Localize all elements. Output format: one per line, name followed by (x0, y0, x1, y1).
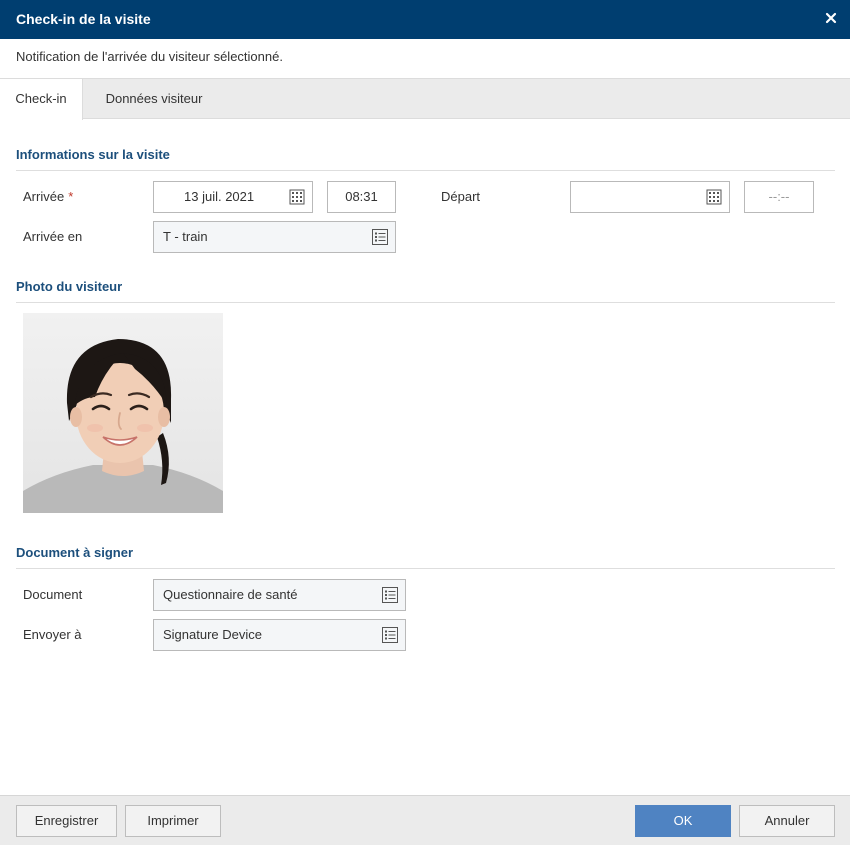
list-icon[interactable] (372, 229, 388, 245)
document-select[interactable]: Questionnaire de santé (153, 579, 406, 611)
arrival-at-value: T - train (163, 229, 208, 244)
document-label: Document (23, 587, 83, 602)
dialog-title-bar: Check-in de la visite (0, 0, 850, 39)
departure-time-field[interactable]: --:-- (744, 181, 814, 213)
departure-label: Départ (441, 189, 481, 204)
tab-bar: Check-in Données visiteur (0, 78, 850, 120)
section-title-document: Document à signer (16, 545, 134, 560)
save-button[interactable]: Enregistrer (16, 805, 117, 837)
section-divider (16, 302, 835, 303)
document-value: Questionnaire de santé (163, 587, 298, 602)
departure-time-placeholder: --:-- (768, 189, 790, 204)
arrival-at-select[interactable]: T - train (153, 221, 396, 253)
arrival-date-value: 13 juil. 2021 (184, 189, 255, 204)
section-divider (16, 568, 835, 569)
ok-button[interactable]: OK (635, 805, 731, 837)
send-to-label: Envoyer à (23, 627, 82, 642)
send-to-select[interactable]: Signature Device (153, 619, 406, 651)
arrival-time-field[interactable]: 08:31 (327, 181, 396, 213)
required-mark: * (68, 189, 74, 204)
close-icon[interactable] (822, 9, 840, 27)
tab-visitor-data[interactable]: Données visiteur (83, 79, 225, 119)
tab-check-in[interactable]: Check-in (0, 79, 83, 120)
calendar-icon[interactable] (289, 189, 305, 205)
section-divider (16, 170, 835, 171)
dialog-title: Check-in de la visite (16, 11, 151, 27)
departure-date-field[interactable] (570, 181, 730, 213)
visitor-photo (23, 313, 223, 513)
arrival-at-label: Arrivée en (23, 229, 83, 244)
arrival-date-field[interactable]: 13 juil. 2021 (153, 181, 313, 213)
list-icon[interactable] (382, 587, 398, 603)
dialog-subtitle: Notification de l'arrivée du visiteur sé… (16, 49, 283, 64)
print-button[interactable]: Imprimer (125, 805, 221, 837)
section-title-photo: Photo du visiteur (16, 279, 123, 294)
send-to-value: Signature Device (163, 627, 262, 642)
dialog-footer: Enregistrer Imprimer OK Annuler (0, 795, 850, 845)
list-icon[interactable] (382, 627, 398, 643)
cancel-button[interactable]: Annuler (739, 805, 835, 837)
section-title-visit-info: Informations sur la visite (16, 147, 170, 162)
calendar-icon[interactable] (706, 189, 722, 205)
arrival-time-value: 08:31 (345, 189, 378, 204)
arrival-label: Arrivée * (23, 189, 74, 204)
